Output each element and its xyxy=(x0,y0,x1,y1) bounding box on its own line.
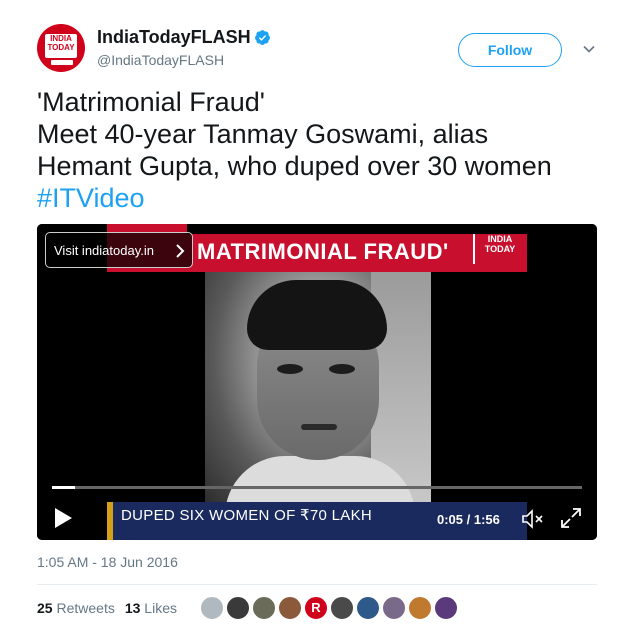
channel-logo-line1: INDIA xyxy=(487,234,513,244)
lower-third-text: DUPED SIX WOMEN OF ₹70 LAKH xyxy=(121,507,373,524)
tweet-line-3: Hemant Gupta, who duped over 30 women xyxy=(37,151,552,181)
retweets-label: Retweets xyxy=(56,600,115,616)
tweet-line-1: 'Matrimonial Fraud' xyxy=(37,87,265,117)
liker-avatar[interactable]: R xyxy=(304,596,328,620)
avatar-logo-line2: TODAY xyxy=(47,43,75,52)
visit-site-label: Visit indiatoday.in xyxy=(54,243,154,258)
photo-eye-right xyxy=(329,364,355,374)
likes-count: 13 xyxy=(124,600,141,616)
tweet-line-2: Meet 40-year Tanmay Goswami, alias xyxy=(37,119,489,149)
progress-track[interactable] xyxy=(52,486,582,489)
flash-tag xyxy=(51,60,73,65)
liker-avatar[interactable] xyxy=(408,596,432,620)
retweets-stat[interactable]: 25 Retweets xyxy=(37,600,115,616)
play-icon[interactable] xyxy=(53,507,73,529)
likes-stat[interactable]: 13 Likes xyxy=(125,600,177,616)
hashtag-link[interactable]: #ITVideo xyxy=(37,182,597,214)
name-block: IndiaTodayFLASH @IndiaTodayFLASH xyxy=(97,26,271,70)
photo-hair xyxy=(247,280,387,350)
volume-muted-icon[interactable] xyxy=(521,508,545,530)
india-today-logo: INDIA TODAY xyxy=(45,34,77,58)
liker-avatar[interactable] xyxy=(382,596,406,620)
video-player[interactable]: MATRIMONIAL FRAUD' INDIA TODAY Visit ind… xyxy=(37,224,597,540)
chevron-right-icon xyxy=(176,244,185,258)
video-banner-title: MATRIMONIAL FRAUD' xyxy=(197,239,449,264)
photo-eye-left xyxy=(277,364,303,374)
divider xyxy=(37,584,597,585)
tweet-timestamp[interactable]: 1:05 AM - 18 Jun 2016 xyxy=(37,552,178,572)
photo-mouth xyxy=(301,424,337,430)
channel-logo: INDIA TODAY xyxy=(473,234,525,264)
liker-avatar[interactable] xyxy=(330,596,354,620)
video-time: 0:05 / 1:56 xyxy=(437,512,500,527)
liker-avatar[interactable] xyxy=(200,596,224,620)
channel-logo-line2: TODAY xyxy=(484,244,516,254)
liker-avatar[interactable] xyxy=(434,596,458,620)
liker-avatar[interactable] xyxy=(226,596,250,620)
progress-fill xyxy=(52,486,75,489)
likes-label: Likes xyxy=(144,600,177,616)
tweet-text: 'Matrimonial Fraud' Meet 40-year Tanmay … xyxy=(37,86,597,214)
liker-avatar[interactable] xyxy=(356,596,380,620)
tweet-header: INDIA TODAY IndiaTodayFLASH @IndiaTodayF… xyxy=(37,24,597,74)
profile-avatar[interactable]: INDIA TODAY xyxy=(37,24,85,72)
display-name[interactable]: IndiaTodayFLASH xyxy=(97,26,251,48)
fullscreen-icon[interactable] xyxy=(559,506,583,530)
liker-avatar[interactable] xyxy=(278,596,302,620)
account-handle[interactable]: @IndiaTodayFLASH xyxy=(97,50,271,70)
liker-avatar[interactable] xyxy=(252,596,276,620)
tweet-stats: 25 Retweets 13 Likes xyxy=(37,598,177,618)
avatar-logo-line1: INDIA xyxy=(50,34,72,43)
verified-badge-icon xyxy=(254,29,270,45)
visit-site-button[interactable]: Visit indiatoday.in xyxy=(45,232,193,268)
chevron-down-icon[interactable] xyxy=(582,42,596,56)
video-photo xyxy=(205,266,431,506)
retweets-count: 25 xyxy=(37,600,53,616)
follow-button[interactable]: Follow xyxy=(458,33,562,67)
